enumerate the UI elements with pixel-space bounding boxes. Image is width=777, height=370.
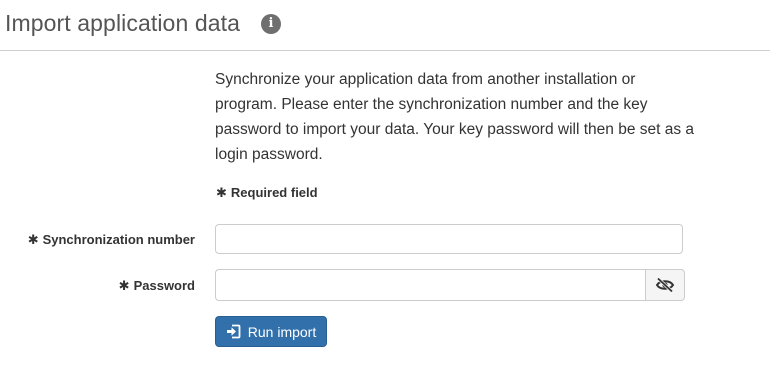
password-input[interactable] bbox=[215, 269, 645, 301]
required-note-text: Required field bbox=[230, 185, 318, 200]
sync-number-label: ✱ Synchronization number bbox=[28, 232, 195, 248]
required-asterisk-icon: ✱ bbox=[118, 278, 130, 293]
intro-text: Synchronize your application data from a… bbox=[215, 71, 695, 163]
required-asterisk-icon: ✱ bbox=[27, 232, 39, 247]
required-field-note: ✱ Required field bbox=[216, 185, 318, 201]
show-password-toggle[interactable] bbox=[645, 269, 685, 301]
run-import-button[interactable]: Run import bbox=[215, 316, 327, 347]
password-label: ✱ Password bbox=[119, 278, 195, 294]
page-title: Import application data bbox=[5, 10, 240, 36]
eye-slash-icon bbox=[655, 277, 675, 293]
sign-in-icon bbox=[226, 324, 241, 339]
run-import-label: Run import bbox=[247, 323, 317, 340]
sync-number-label-text: Synchronization number bbox=[42, 232, 195, 247]
sync-number-input[interactable] bbox=[215, 224, 683, 254]
info-icon[interactable]: i bbox=[261, 14, 281, 34]
required-asterisk-icon: ✱ bbox=[216, 185, 227, 200]
password-label-text: Password bbox=[133, 278, 195, 293]
password-input-group bbox=[215, 269, 685, 301]
page-header: Import application data i bbox=[0, 0, 770, 51]
